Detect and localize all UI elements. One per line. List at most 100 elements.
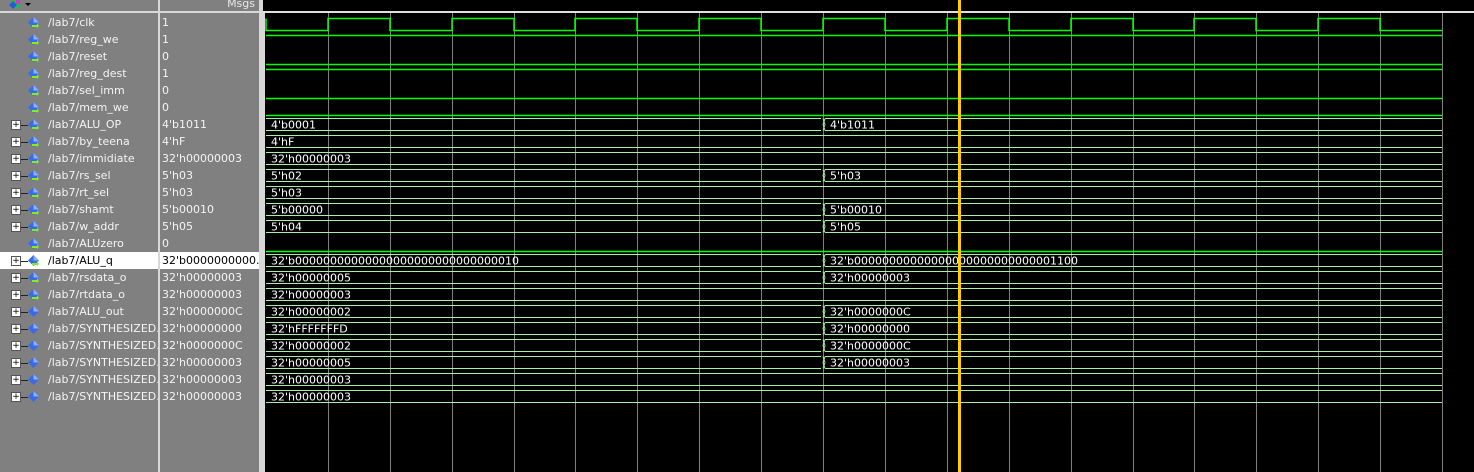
signal-value-row[interactable]: 5'h03 [160,184,259,201]
signal-value-row[interactable]: 0 [160,235,259,252]
signal-icon [28,374,39,385]
signal-value: 32'b0000000000... [162,254,259,267]
tree-line [21,380,28,381]
signal-name-row[interactable]: /lab7/mem_we [0,99,158,116]
signal-value-row[interactable]: 5'h03 [160,167,259,184]
signal-value-row[interactable]: 32'h00000003 [160,371,259,388]
signal-value-row[interactable]: 32'h0000000C [160,337,259,354]
signal-name-row[interactable]: + /lab7/rtdata_o [0,286,158,303]
signal-name-row[interactable]: + /lab7/by_teena [0,133,158,150]
signal-value-row[interactable]: 5'h05 [160,218,259,235]
expand-icon[interactable]: + [11,205,21,215]
signal-name-row[interactable]: /lab7/reg_we [0,31,158,48]
bus-value-label: 5'b00000 [271,204,323,217]
signal-in-icon [28,85,39,96]
signal-name-row[interactable]: + /lab7/w_addr [0,218,158,235]
expand-icon[interactable]: + [11,358,21,368]
signal-value-row[interactable]: 32'h0000000C [160,303,259,320]
bus-waveform [266,373,1442,386]
expand-icon[interactable]: + [11,171,21,181]
signal-name-row[interactable]: /lab7/ALUzero [0,235,158,252]
signal-value: 32'h00000003 [162,152,242,165]
signal-name-row[interactable]: + /lab7/SYNTHESIZED... [0,388,158,405]
signal-in-icon [28,102,39,113]
signal-value-row[interactable]: 4'hF [160,133,259,150]
expand-icon[interactable]: + [11,137,21,147]
expand-icon[interactable]: + [11,188,21,198]
signal-value: 4'hF [162,135,186,148]
signal-name-row[interactable]: + /lab7/SYNTHESIZED... [0,371,158,388]
bus-value-label: 4'b1011 [830,119,875,132]
expand-icon[interactable]: + [11,273,21,283]
bus-value-label: 5'h03 [830,170,861,183]
expand-icon[interactable]: + [11,256,21,266]
signal-value: 0 [162,50,169,63]
expand-icon[interactable]: + [11,375,21,385]
expand-icon[interactable]: + [11,324,21,334]
signal-value-row[interactable]: 0 [160,99,259,116]
signal-name-row[interactable]: + /lab7/SYNTHESIZED... [0,320,158,337]
tree-line [21,176,28,177]
tree-line [21,397,28,398]
waveform-pane[interactable]: 4'b0001 4'b1011 4'hF 32'h00000003 5'h02 5'h03… [263,0,1474,472]
bus-value-label: 32'b00000000000000000000000000001100 [830,255,1078,268]
signal-name-row[interactable]: + /lab7/SYNTHESIZED... [0,354,158,371]
expand-icon[interactable]: + [11,341,21,351]
signal-value-row[interactable]: 32'h00000000 [160,320,259,337]
signal-icon [28,323,39,334]
signal-name: /lab7/reg_dest [48,67,127,80]
signal-name-row[interactable]: + /lab7/ALU_q [0,252,158,269]
bus-waveform [266,390,1442,403]
signal-value-row[interactable]: 1 [160,65,259,82]
signal-value: 32'h00000003 [162,356,242,369]
values-header: Msgs [160,0,259,13]
signal-name: /lab7/SYNTHESIZED... [48,339,158,352]
signal-in-icon [28,34,39,45]
signal-value-row[interactable]: 1 [160,14,259,31]
signal-value-row[interactable]: 0 [160,82,259,99]
signal-value-row[interactable]: 32'h00000003 [160,286,259,303]
expand-icon[interactable]: + [11,120,21,130]
signal-value-row[interactable]: 32'h00000003 [160,354,259,371]
signal-name-row[interactable]: /lab7/sel_imm [0,82,158,99]
bus-value-label: 32'h00000003 [271,289,351,302]
bus-value-label: 32'hFFFFFFFD [271,323,348,336]
signal-value-row[interactable]: 32'h00000003 [160,388,259,405]
expand-icon[interactable]: + [11,154,21,164]
signal-name: /lab7/SYNTHESIZED... [48,356,158,369]
signal-name-row[interactable]: + /lab7/rt_sel [0,184,158,201]
signal-value-row[interactable]: 32'b0000000000... [160,252,259,269]
signal-value-row[interactable]: 32'h00000003 [160,150,259,167]
cursor-line[interactable] [958,0,961,472]
bus-value-label: 32'h0000000C [830,306,911,319]
signal-name-row[interactable]: /lab7/reset [0,48,158,65]
expand-icon[interactable]: + [11,290,21,300]
bus-value-label: 4'hF [271,136,294,149]
tree-line [21,346,28,347]
signal-name-row[interactable]: + /lab7/immidiate [0,150,158,167]
signal-in-icon [28,255,39,266]
signal-name-row[interactable]: + /lab7/SYNTHESIZED... [0,337,158,354]
signal-name-row[interactable]: + /lab7/ALU_OP [0,116,158,133]
signal-value-row[interactable]: 4'b1011 [160,116,259,133]
signal-name: /lab7/SYNTHESIZED... [48,390,158,403]
expand-icon[interactable]: + [11,222,21,232]
signal-value-row[interactable]: 1 [160,31,259,48]
signal-name-row[interactable]: + /lab7/rsdata_o [0,269,158,286]
signal-name-row[interactable]: + /lab7/rs_sel [0,167,158,184]
signal-name-row[interactable]: /lab7/clk [0,14,158,31]
bus-waveform [266,169,821,182]
signal-value-row[interactable]: 0 [160,48,259,65]
expand-icon[interactable]: + [11,307,21,317]
bus-value-label: 32'h00000002 [271,306,351,319]
wave-signal-dropdown-icon[interactable] [8,0,38,11]
signal-name: /lab7/reset [48,50,108,63]
signal-name-row[interactable]: + /lab7/ALU_out [0,303,158,320]
signal-name-row[interactable]: + /lab7/shamt [0,201,158,218]
signal-name-row[interactable]: /lab7/reg_dest [0,65,158,82]
tree-line [21,363,28,364]
expand-icon[interactable]: + [11,392,21,402]
signal-value-row[interactable]: 5'b00010 [160,201,259,218]
signal-value: 0 [162,101,169,114]
signal-value-row[interactable]: 32'h00000003 [160,269,259,286]
